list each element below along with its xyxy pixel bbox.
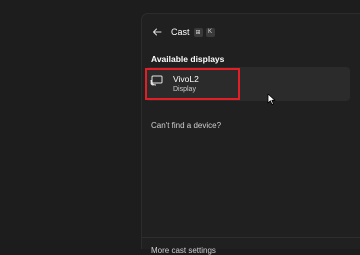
windows-key-icon: ⊞ (193, 27, 203, 37)
back-button[interactable] (150, 25, 164, 39)
shortcut-key-k: K (205, 27, 215, 37)
footer-divider (142, 237, 360, 238)
selection-highlight-box (145, 68, 240, 100)
more-cast-settings-link[interactable]: More cast settings (151, 246, 216, 255)
cant-find-device-link[interactable]: Can't find a device? (151, 121, 221, 130)
panel-title: Cast (171, 27, 190, 37)
available-displays-heading: Available displays (151, 54, 225, 64)
back-arrow-icon (153, 28, 162, 36)
cast-panel: Cast ⊞ K Available displays VivoL2 Displ… (141, 13, 360, 255)
cast-header: Cast ⊞ K (150, 24, 215, 40)
mouse-cursor-icon (267, 93, 276, 105)
